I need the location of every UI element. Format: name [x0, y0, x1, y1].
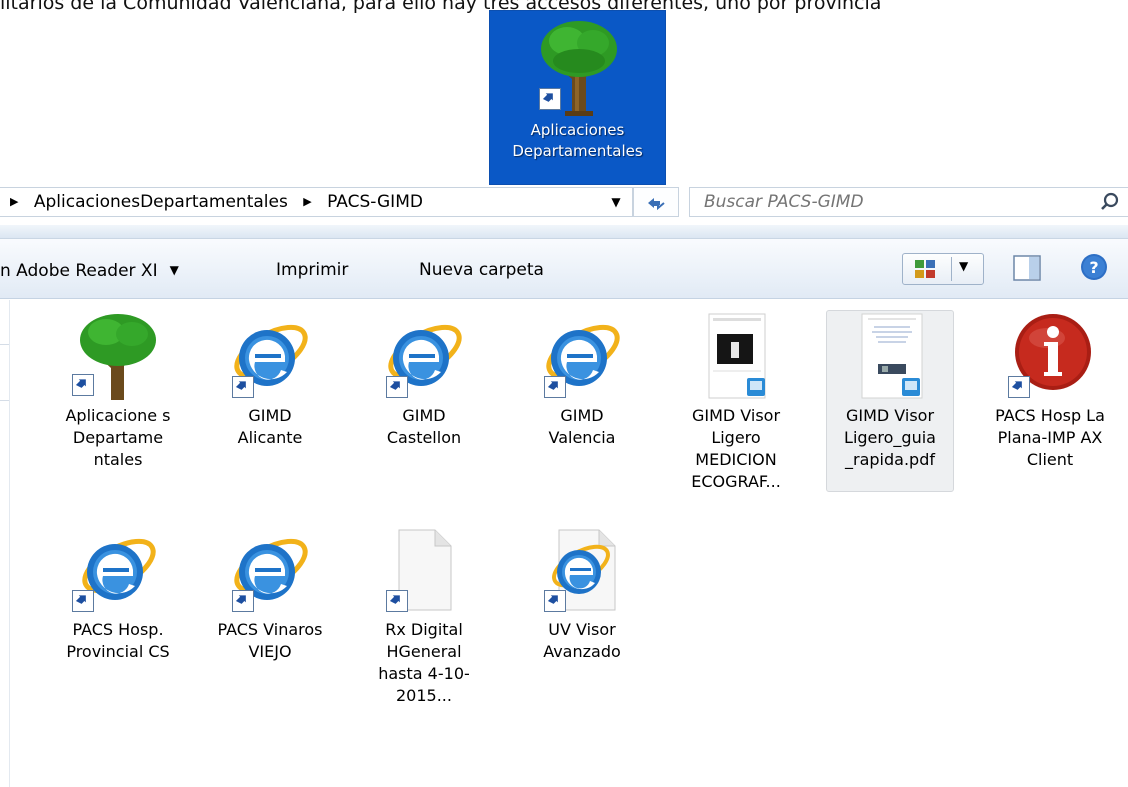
view-dropdown-icon[interactable]: ▼: [959, 259, 968, 273]
view-grid-icon: [915, 260, 935, 278]
file-label: GIMD Valencia: [548, 406, 616, 447]
shortcut-arrow-icon: [544, 590, 566, 612]
address-dropdown-icon[interactable]: ▼: [600, 188, 632, 216]
shortcut-arrow-icon: [386, 590, 408, 612]
breadcrumb[interactable]: ▶ AplicacionesDepartamentales ▶ PACS-GIM…: [0, 187, 633, 217]
search-input[interactable]: [704, 190, 1084, 214]
file-view: Aplicacione s Departame ntales GIMD Alic…: [0, 300, 1128, 787]
refresh-button[interactable]: [633, 187, 679, 217]
file-item-gimd-valencia[interactable]: GIMD Valencia: [518, 312, 646, 449]
address-bar: ▶ AplicacionesDepartamentales ▶ PACS-GIM…: [0, 185, 1128, 225]
file-item-gimd-castellon[interactable]: GIMD Castellon: [360, 312, 488, 449]
document-thumbnail-icon: [708, 313, 766, 399]
refresh-icon: [648, 197, 665, 210]
shortcut-arrow-icon: [539, 88, 561, 110]
file-label: PACS Hosp. Provincial CS: [66, 620, 170, 661]
pdf-thumbnail-icon: [861, 313, 923, 399]
file-label: GIMD Alicante: [237, 406, 303, 447]
shortcut-arrow-icon: [72, 590, 94, 612]
search-icon[interactable]: [1100, 192, 1120, 212]
new-folder-button[interactable]: Nueva carpeta: [419, 259, 544, 281]
file-item-gimd-alicante[interactable]: GIMD Alicante: [206, 312, 334, 449]
shortcut-arrow-icon: [232, 376, 254, 398]
breadcrumb-separator-icon[interactable]: ▶: [303, 188, 311, 216]
menu-separator: [0, 225, 1128, 239]
file-item-visor-medicion[interactable]: GIMD Visor Ligero MEDICION ECOGRAF...: [672, 312, 800, 493]
open-with-button[interactable]: n Adobe Reader XI ▼: [0, 259, 179, 282]
file-label: UV Visor Avanzado: [543, 620, 621, 661]
file-item-visor-guia-pdf[interactable]: GIMD Visor Ligero_guia _rapida.pdf: [826, 310, 954, 492]
file-label: GIMD Visor Ligero_guia _rapida.pdf: [844, 406, 936, 469]
command-toolbar: n Adobe Reader XI ▼ Imprimir Nueva carpet…: [0, 239, 1128, 299]
print-button[interactable]: Imprimir: [276, 259, 348, 281]
shortcut-arrow-icon: [232, 590, 254, 612]
file-item-pacs-vinaros[interactable]: PACS Vinaros VIEJO: [206, 526, 334, 663]
help-icon[interactable]: ?: [1080, 253, 1108, 281]
svg-text:?: ?: [1089, 258, 1098, 277]
chevron-down-icon: ▼: [169, 263, 179, 277]
file-label: GIMD Visor Ligero MEDICION ECOGRAF...: [691, 406, 781, 491]
shortcut-arrow-icon: [72, 374, 94, 396]
shortcut-arrow-icon: [1008, 376, 1030, 398]
breadcrumb-separator-icon[interactable]: ▶: [10, 188, 18, 216]
file-item-uv-visor[interactable]: UV Visor Avanzado: [518, 526, 646, 663]
breadcrumb-item-pacs-gimd[interactable]: PACS-GIMD: [327, 192, 423, 212]
file-label: Rx Digital HGeneral hasta 4-10-2015...: [378, 620, 470, 705]
shortcut-arrow-icon: [386, 376, 408, 398]
file-label: PACS Hosp La Plana-IMP AX Client: [995, 406, 1105, 469]
file-item-aplicaciones[interactable]: Aplicacione s Departame ntales: [54, 312, 182, 471]
shortcut-arrow-icon: [544, 376, 566, 398]
search-box[interactable]: [689, 187, 1128, 217]
desktop-shortcut-label: Aplicaciones Departamentales: [512, 121, 643, 160]
breadcrumb-item-aplicaciones[interactable]: AplicacionesDepartamentales: [34, 192, 288, 212]
change-view-button[interactable]: ▼: [902, 253, 984, 285]
file-label: GIMD Castellon: [386, 406, 462, 447]
preview-pane-icon[interactable]: [1013, 255, 1041, 281]
file-item-pacs-la-plana[interactable]: PACS Hosp La Plana-IMP AX Client: [986, 312, 1114, 471]
file-label: PACS Vinaros VIEJO: [217, 620, 323, 661]
file-label: Aplicacione s Departame ntales: [65, 406, 171, 469]
file-item-rx-digital[interactable]: Rx Digital HGeneral hasta 4-10-2015...: [360, 526, 488, 707]
file-item-pacs-provincial[interactable]: PACS Hosp. Provincial CS: [54, 526, 182, 663]
desktop-shortcut-aplicaciones[interactable]: Aplicaciones Departamentales: [489, 10, 666, 185]
